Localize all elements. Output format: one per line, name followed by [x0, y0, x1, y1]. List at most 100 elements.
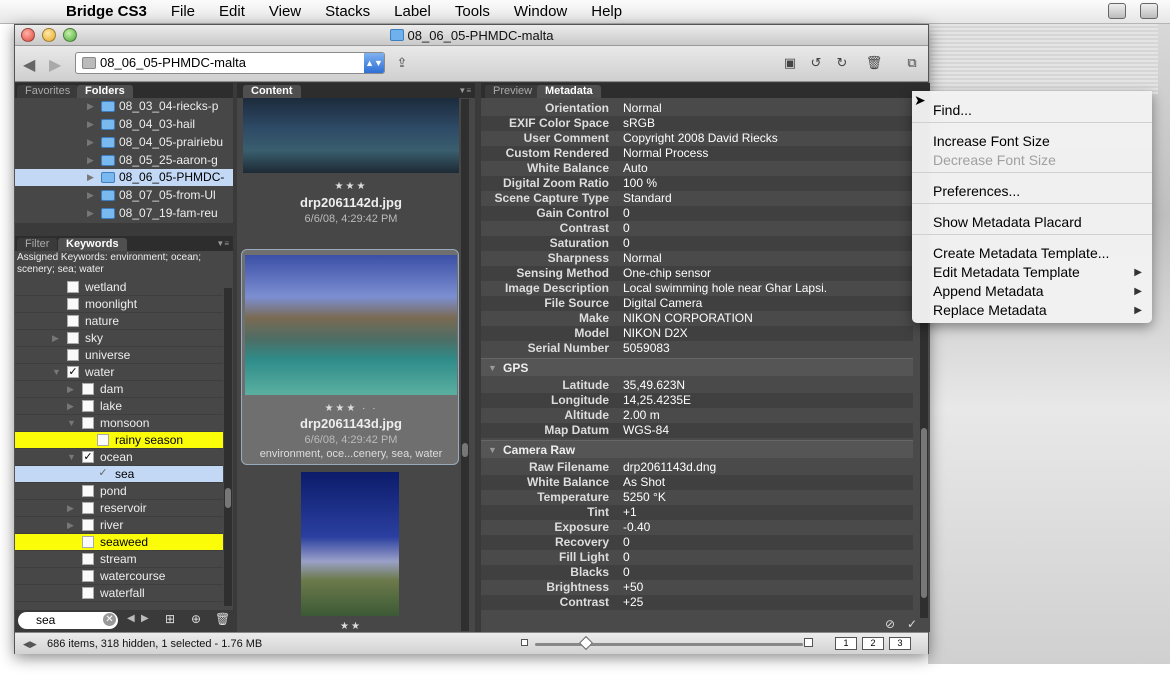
new-sub-keyword-icon[interactable]: ⊞: [165, 612, 175, 626]
menu-item[interactable]: Show Metadata Placard: [912, 213, 1152, 232]
thumbnail-image[interactable]: [301, 472, 399, 616]
keyword-row[interactable]: ▼ ✓ ocean: [15, 449, 223, 466]
toggle-panels-icon[interactable]: ◀▶: [23, 633, 37, 655]
metadata-row[interactable]: Temperature 5250 °K: [481, 490, 913, 505]
metadata-row[interactable]: Fill Light 0: [481, 550, 913, 565]
metadata-row[interactable]: Raw Filename drp2061143d.dng: [481, 460, 913, 475]
keywords-scrollbar[interactable]: [224, 288, 232, 606]
metadata-row[interactable]: Digital Zoom Ratio 100 %: [481, 176, 913, 191]
battery-icon[interactable]: [1140, 3, 1158, 19]
metadata-row[interactable]: File Source Digital Camera: [481, 296, 913, 311]
disclosure-closed-icon[interactable]: ▶: [67, 517, 74, 534]
menu-item[interactable]: Increase Font Size: [912, 132, 1152, 151]
view-3-button[interactable]: 3: [889, 637, 911, 650]
keyword-row[interactable]: pond: [15, 483, 223, 500]
small-thumbnail-icon[interactable]: [521, 639, 528, 646]
script-menu-icon[interactable]: [1108, 3, 1126, 19]
rating-stars[interactable]: ★★★: [243, 181, 459, 192]
keyword-checkbox[interactable]: [82, 400, 94, 412]
folder-row[interactable]: ▶ 08_05_25-aaron-g: [15, 152, 233, 169]
tab-folders[interactable]: Folders: [77, 85, 133, 98]
keyword-row[interactable]: ✓ sea: [15, 466, 223, 483]
menu-stacks[interactable]: Stacks: [313, 3, 382, 20]
metadata-row[interactable]: Tint +1: [481, 505, 913, 520]
keyword-checkbox[interactable]: [82, 519, 94, 531]
keyword-checkbox[interactable]: ✓: [97, 468, 109, 480]
panel-menu-icon[interactable]: ▼≡: [458, 86, 471, 95]
rating-stars[interactable]: ★★: [243, 621, 459, 632]
back-arrow-icon[interactable]: ◀: [23, 55, 35, 75]
keyword-row[interactable]: ▶ sky: [15, 330, 223, 347]
keyword-checkbox[interactable]: [82, 502, 94, 514]
metadata-row[interactable]: Blacks 0: [481, 565, 913, 580]
disclosure-closed-icon[interactable]: ▶: [67, 381, 74, 398]
keyword-checkbox[interactable]: [67, 315, 79, 327]
menu-item[interactable]: Create Metadata Template...: [912, 244, 1152, 263]
menu-label[interactable]: Label: [382, 3, 443, 20]
next-result-icon[interactable]: ▶: [141, 613, 149, 624]
keyword-row[interactable]: ▶ lake: [15, 398, 223, 415]
keyword-row[interactable]: universe: [15, 347, 223, 364]
metadata-row[interactable]: Latitude 35,49.623N: [481, 378, 913, 393]
menu-item[interactable]: Append Metadata ▶: [912, 282, 1152, 301]
selected-thumbnail-image[interactable]: [245, 255, 457, 395]
keyword-checkbox[interactable]: ✓: [82, 451, 94, 463]
keyword-row[interactable]: moonlight: [15, 296, 223, 313]
metadata-row[interactable]: Map Datum WGS-84: [481, 423, 913, 438]
metadata-row[interactable]: Contrast 0: [481, 221, 913, 236]
keyword-checkbox[interactable]: [82, 553, 94, 565]
keyword-row[interactable]: wetland: [15, 279, 223, 296]
metadata-row[interactable]: White Balance As Shot: [481, 475, 913, 490]
keyword-row[interactable]: waterfall: [15, 585, 223, 602]
metadata-row[interactable]: Sharpness Normal: [481, 251, 913, 266]
folder-row-selected[interactable]: ▶ 08_06_05-PHMDC-: [15, 169, 233, 186]
gps-section-header[interactable]: ▼ GPS: [481, 358, 913, 376]
keyword-row[interactable]: ▼ ✓ water: [15, 364, 223, 381]
menu-help[interactable]: Help: [579, 3, 634, 20]
folder-row[interactable]: ▶ 08_07_05-from-Ul: [15, 187, 233, 204]
metadata-row[interactable]: Saturation 0: [481, 236, 913, 251]
disclosure-closed-icon[interactable]: ▶: [67, 500, 74, 517]
menu-window[interactable]: Window: [502, 3, 579, 20]
tab-keywords[interactable]: Keywords: [58, 238, 127, 251]
metadata-row[interactable]: Custom Rendered Normal Process: [481, 146, 913, 161]
keyword-checkbox[interactable]: [82, 485, 94, 497]
slider-knob[interactable]: [578, 635, 594, 651]
keyword-checkbox[interactable]: [82, 417, 94, 429]
keyword-checkbox[interactable]: [82, 587, 94, 599]
metadata-row[interactable]: Altitude 2.00 m: [481, 408, 913, 423]
tab-filter[interactable]: Filter: [17, 238, 58, 251]
metadata-row[interactable]: EXIF Color Space sRGB: [481, 116, 913, 131]
keyword-checkbox[interactable]: ✓: [67, 366, 79, 378]
metadata-row[interactable]: Scene Capture Type Standard: [481, 191, 913, 206]
compact-mode-icon[interactable]: ⧉: [903, 55, 921, 71]
path-dropdown-icon[interactable]: ▲▼: [364, 53, 384, 73]
new-folder-icon[interactable]: ▣: [781, 55, 799, 71]
metadata-row[interactable]: Contrast +25: [481, 595, 913, 610]
trash-icon[interactable]: 🗑: [865, 55, 883, 71]
keyword-checkbox[interactable]: [82, 570, 94, 582]
keyword-checkbox[interactable]: [82, 536, 94, 548]
disclosure-closed-icon[interactable]: ▶: [52, 330, 59, 347]
close-window-button[interactable]: [21, 28, 35, 42]
keyword-row[interactable]: watercourse: [15, 568, 223, 585]
disclosure-closed-icon[interactable]: ▶: [67, 398, 74, 415]
menu-tools[interactable]: Tools: [443, 3, 502, 20]
menu-edit[interactable]: Edit: [207, 3, 257, 20]
keyword-row[interactable]: ▼ monsoon: [15, 415, 223, 432]
tab-preview[interactable]: Preview: [485, 85, 541, 98]
tab-content[interactable]: Content: [243, 85, 301, 98]
scroll-thumb[interactable]: [921, 428, 927, 598]
metadata-row[interactable]: Longitude 14,25.4235E: [481, 393, 913, 408]
menu-item[interactable]: Find...: [912, 101, 1152, 120]
menu-item[interactable]: Edit Metadata Template ▶: [912, 263, 1152, 282]
keyword-row[interactable]: stream: [15, 551, 223, 568]
disclosure-open-icon[interactable]: ▼: [67, 415, 76, 432]
metadata-row[interactable]: Gain Control 0: [481, 206, 913, 221]
keyword-checkbox[interactable]: [82, 383, 94, 395]
metadata-row[interactable]: Make NIKON CORPORATION: [481, 311, 913, 326]
disclosure-open-icon[interactable]: ▼: [488, 359, 497, 377]
apply-edit-icon[interactable]: ✓: [907, 617, 917, 631]
keyword-row[interactable]: seaweed: [15, 534, 223, 551]
metadata-row[interactable]: Sensing Method One-chip sensor: [481, 266, 913, 281]
